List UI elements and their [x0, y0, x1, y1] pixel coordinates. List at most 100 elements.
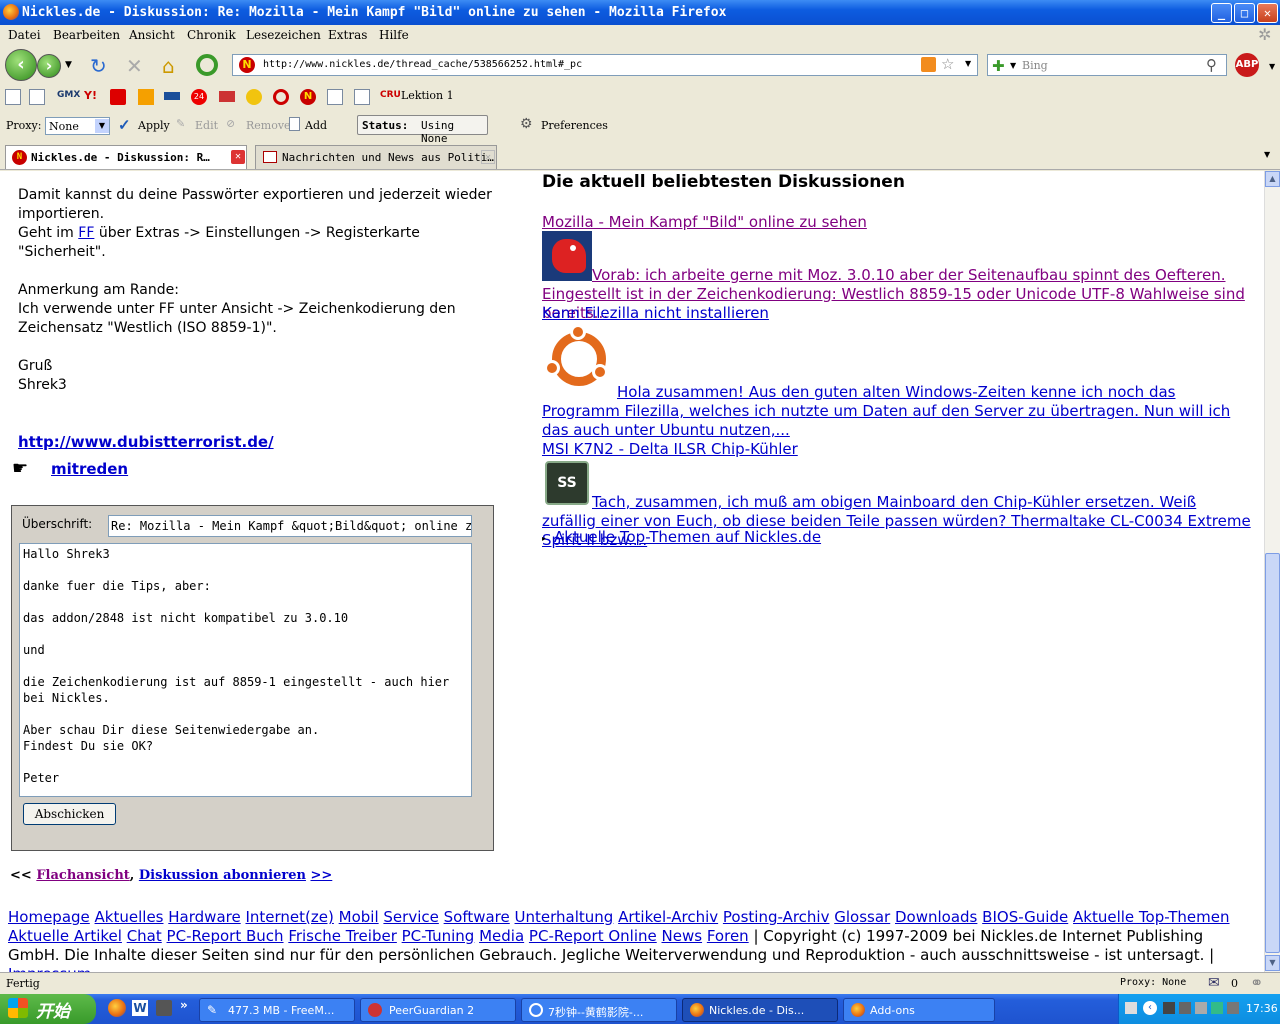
menu-hilfe[interactable]: Hilfe [379, 28, 409, 42]
scroll-up-icon[interactable]: ▲ [1265, 171, 1280, 187]
menu-bearbeiten[interactable]: Bearbeiten [53, 28, 120, 42]
menu-chronik[interactable]: Chronik [187, 28, 236, 42]
url-text[interactable]: http://www.nickles.de/thread_cache/53856… [263, 59, 582, 70]
quicklaunch-firefox-icon[interactable] [108, 999, 126, 1017]
next-link[interactable]: >> [310, 868, 332, 883]
footer-link[interactable]: Aktuelle Artikel [8, 927, 122, 945]
bookmark-yellow-icon[interactable] [246, 89, 262, 105]
taskbar-task[interactable]: 7秒钟--黄鹤影院-... [521, 998, 677, 1022]
signature-link[interactable]: http://www.dubistterrorist.de/ [18, 433, 274, 451]
bookmark-gmx-icon[interactable]: GMX [57, 90, 80, 100]
message-textarea[interactable]: Hallo Shrek3 danke fuer die Tips, aber: … [19, 543, 472, 797]
footer-link[interactable]: Aktuelles [95, 908, 164, 926]
taskbar-task[interactable]: ✎ 477.3 MB - FreeM... [199, 998, 355, 1022]
footer-link[interactable]: Artikel-Archiv [618, 908, 718, 926]
footer-link[interactable]: News [662, 927, 703, 945]
footer-link[interactable]: Chat [127, 927, 162, 945]
close-window-button[interactable]: ✕ [1257, 3, 1278, 23]
quicklaunch-word-icon[interactable]: W [132, 1000, 148, 1016]
footer-link[interactable]: Aktuelle Top-Themen [1073, 908, 1230, 926]
bookmark-bar-icon[interactable] [164, 92, 180, 100]
search-icon[interactable]: ⚲ [1206, 56, 1217, 74]
footer-link[interactable]: Unterhaltung [515, 908, 614, 926]
url-dropdown-icon[interactable]: ▼ [965, 59, 971, 68]
quicklaunch-more-icon[interactable]: » [180, 998, 188, 1012]
footer-link[interactable]: PC-Tuning [402, 927, 475, 945]
sync-icon[interactable] [196, 54, 218, 76]
bookmark-sparkasse-icon[interactable] [110, 89, 126, 105]
tray-app-icon[interactable] [1163, 1002, 1175, 1014]
footer-link[interactable]: Frische Treiber [288, 927, 397, 945]
quicklaunch-app-icon[interactable] [156, 1000, 172, 1016]
maximize-button[interactable]: □ [1234, 3, 1255, 23]
tab-list-icon[interactable]: ▼ [1264, 150, 1270, 159]
taskbar-task[interactable]: PeerGuardian 2 [360, 998, 516, 1022]
bookmark-page-icon[interactable] [5, 89, 21, 105]
bookmark-page-icon[interactable] [354, 89, 370, 105]
footer-link[interactable]: BIOS-Guide [982, 908, 1068, 926]
impressum-link[interactable]: Impressum [8, 965, 91, 972]
popular-item-title[interactable]: MSI K7N2 - Delta ILSR Chip-Kühler [542, 440, 798, 459]
remove-button[interactable]: Remove [246, 119, 291, 132]
footer-link[interactable]: Glossar [834, 908, 890, 926]
add-button[interactable]: Add [305, 119, 327, 132]
bookmark-nickles-icon[interactable]: N [300, 89, 316, 105]
menu-ansicht[interactable]: Ansicht [129, 28, 175, 42]
bookmark-orange-icon[interactable] [138, 89, 154, 105]
search-bar[interactable]: ✚ ▼ Bing ⚲ [987, 54, 1227, 76]
search-engine-icon[interactable]: ✚ [992, 57, 1005, 75]
adblock-plus-icon[interactable]: ABP [1235, 53, 1259, 77]
start-button[interactable]: 开始 [0, 994, 96, 1024]
menu-datei[interactable]: Datei [8, 28, 41, 42]
footer-link[interactable]: PC-Report Online [529, 927, 657, 945]
subscribe-link[interactable]: Diskussion abonnieren [139, 868, 306, 883]
bookmark-page-icon[interactable] [29, 89, 45, 105]
edit-button[interactable]: Edit [195, 119, 218, 132]
bookmark-yahoo-icon[interactable]: Y! [84, 89, 100, 105]
back-button[interactable]: ‹ [5, 49, 37, 81]
home-icon[interactable]: ⌂ [162, 54, 175, 78]
footer-link[interactable]: Media [479, 927, 524, 945]
ff-link[interactable]: FF [78, 225, 94, 241]
bookmark-24-icon[interactable]: 24 [191, 89, 207, 105]
history-dropdown-icon[interactable]: ▼ [65, 60, 72, 70]
proxy-select[interactable]: None ▼ [45, 117, 110, 135]
flat-view-link[interactable]: Flachansicht [36, 868, 129, 883]
tray-arrow-icon[interactable]: ‹ [1143, 1001, 1157, 1015]
rss-feed-icon[interactable] [921, 57, 936, 72]
menu-extras[interactable]: Extras [328, 28, 367, 42]
clock[interactable]: 17:36 [1246, 1002, 1278, 1015]
tray-network-icon[interactable] [1179, 1002, 1191, 1014]
popular-item-title[interactable]: Kann Filezilla nicht installieren [542, 304, 769, 323]
bookmark-lektion[interactable]: Lektion 1 [401, 89, 454, 102]
mail-icon[interactable]: ✉ [1208, 975, 1220, 991]
popular-item-title[interactable]: Mozilla - Mein Kampf "Bild" online zu se… [542, 213, 867, 232]
status-proxy[interactable]: Proxy: None [1120, 977, 1186, 988]
footer-link[interactable]: Software [444, 908, 510, 926]
footer-link[interactable]: Hardware [168, 908, 240, 926]
tray-app-icon[interactable] [1211, 1002, 1223, 1014]
bookmark-target-icon[interactable] [273, 89, 289, 105]
footer-link[interactable]: Foren [707, 927, 749, 945]
window-titlebar[interactable]: Nickles.de - Diskussion: Re: Mozilla - M… [0, 0, 1280, 25]
footer-link[interactable]: Homepage [8, 908, 90, 926]
status-addon-icon[interactable]: ⚭ [1250, 973, 1263, 992]
close-tab-icon[interactable]: ✕ [481, 150, 495, 164]
url-bar[interactable]: N http://www.nickles.de/thread_cache/538… [232, 54, 978, 76]
tray-app-icon[interactable] [1195, 1002, 1207, 1014]
mitreden-link[interactable]: mitreden [51, 460, 128, 478]
taskbar-task-active[interactable]: Nickles.de - Dis... [682, 998, 838, 1022]
subject-input[interactable]: Re: Mozilla - Mein Kampf &quot;Bild&quot… [108, 515, 472, 537]
bookmark-star-icon[interactable]: ☆ [941, 55, 954, 73]
footer-link[interactable]: Posting-Archiv [723, 908, 830, 926]
tray-volume-icon[interactable] [1227, 1002, 1239, 1014]
footer-link[interactable]: Service [383, 908, 438, 926]
preferences-button[interactable]: Preferences [541, 119, 608, 132]
reload-icon[interactable]: ↻ [90, 54, 107, 78]
tab-news[interactable]: Nachrichten und News aus Politi… ✕ [255, 145, 497, 169]
submit-button[interactable]: Abschicken [23, 803, 116, 825]
footer-link[interactable]: Internet(ze) [245, 908, 333, 926]
adblock-dropdown-icon[interactable]: ▼ [1269, 62, 1275, 71]
footer-link[interactable]: Mobil [339, 908, 379, 926]
apply-button[interactable]: Apply [138, 119, 170, 132]
